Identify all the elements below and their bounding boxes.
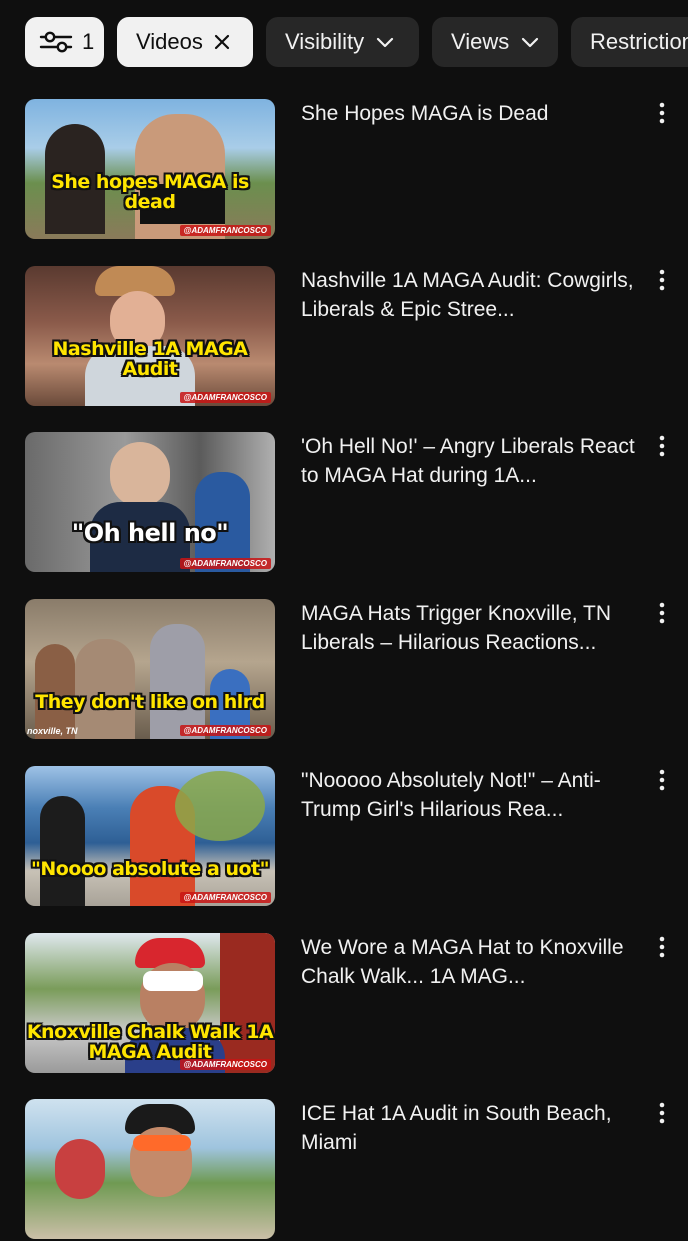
thumbnail-watermark: @ADAMFRANCOSCO — [179, 558, 271, 569]
more-vert-icon[interactable] — [650, 434, 674, 458]
thumbnail-watermark: @ADAMFRANCOSCO — [179, 392, 271, 403]
thumbnail-caption: They don't like on hlrd — [35, 691, 265, 714]
more-vert-icon[interactable] — [650, 1101, 674, 1125]
video-title[interactable]: Nashville 1A MAGA Audit: Cowgirls, Liber… — [301, 266, 646, 324]
video-row[interactable]: She hopes MAGA is dead @ADAMFRANCOSCO Sh… — [0, 99, 688, 241]
thumbnail-location: noxville, TN — [27, 726, 78, 736]
thumbnail-caption: She hopes MAGA is dead — [51, 171, 249, 214]
chip-views[interactable]: Views — [432, 17, 558, 67]
video-title[interactable]: 'Oh Hell No!' – Angry Liberals React to … — [301, 432, 646, 490]
video-thumbnail[interactable]: "Oh hell no" @ADAMFRANCOSCO — [25, 432, 275, 572]
video-thumbnail[interactable]: Knoxville Chalk Walk 1A MAGA Audit @ADAM… — [25, 933, 275, 1073]
video-thumbnail[interactable] — [25, 1099, 275, 1239]
thumbnail-caption: "Noooo absolute a uot" — [30, 858, 270, 881]
video-thumbnail[interactable]: "Noooo absolute a uot" @ADAMFRANCOSCO — [25, 766, 275, 906]
video-row[interactable]: Nashville 1A MAGA Audit @ADAMFRANCOSCO N… — [0, 266, 688, 408]
video-title[interactable]: She Hopes MAGA is Dead — [301, 99, 646, 128]
video-row[interactable]: "Oh hell no" @ADAMFRANCOSCO 'Oh Hell No!… — [0, 432, 688, 574]
thumbnail-caption: Knoxville Chalk Walk 1A MAGA Audit — [26, 1021, 274, 1064]
chip-label: Restrictions — [590, 29, 688, 54]
filter-bar: 1 Videos Visibility Views Restrictions — [0, 0, 688, 84]
chip-label: Visibility — [285, 29, 365, 54]
more-vert-icon[interactable] — [650, 101, 674, 125]
close-icon[interactable] — [213, 33, 231, 51]
video-thumbnail[interactable]: Nashville 1A MAGA Audit @ADAMFRANCOSCO — [25, 266, 275, 406]
video-row[interactable]: ICE Hat 1A Audit in South Beach, Miami — [0, 1099, 688, 1241]
sliders-icon — [39, 29, 73, 55]
more-vert-icon[interactable] — [650, 935, 674, 959]
thumbnail-watermark: @ADAMFRANCOSCO — [179, 1059, 271, 1070]
chip-videos[interactable]: Videos — [117, 17, 253, 67]
thumbnail-watermark: @ADAMFRANCOSCO — [179, 225, 271, 236]
video-title[interactable]: ICE Hat 1A Audit in South Beach, Miami — [301, 1099, 646, 1157]
chevron-down-icon — [521, 36, 539, 48]
thumbnail-caption: Nashville 1A MAGA Audit — [52, 338, 248, 381]
thumbnail-watermark: @ADAMFRANCOSCO — [179, 892, 271, 903]
video-row[interactable]: Knoxville Chalk Walk 1A MAGA Audit @ADAM… — [0, 933, 688, 1075]
video-title[interactable]: We Wore a MAGA Hat to Knoxville Chalk Wa… — [301, 933, 646, 991]
chip-restrictions[interactable]: Restrictions — [571, 17, 688, 67]
thumbnail-caption: "Oh hell no" — [71, 518, 229, 547]
video-thumbnail[interactable]: She hopes MAGA is dead @ADAMFRANCOSCO — [25, 99, 275, 239]
video-title[interactable]: "Nooooo Absolutely Not!" – Anti-Trump Gi… — [301, 766, 646, 824]
filter-settings-button[interactable]: 1 — [25, 17, 104, 67]
video-thumbnail[interactable]: They don't like on hlrd noxville, TN @AD… — [25, 599, 275, 739]
chip-label: Views — [451, 29, 510, 54]
filter-count: 1 — [82, 29, 95, 54]
thumbnail-watermark: @ADAMFRANCOSCO — [179, 725, 271, 736]
more-vert-icon[interactable] — [650, 768, 674, 792]
chevron-down-icon — [376, 36, 394, 48]
video-row[interactable]: "Noooo absolute a uot" @ADAMFRANCOSCO "N… — [0, 766, 688, 908]
chip-visibility[interactable]: Visibility — [266, 17, 419, 67]
video-row[interactable]: They don't like on hlrd noxville, TN @AD… — [0, 599, 688, 741]
more-vert-icon[interactable] — [650, 601, 674, 625]
video-title[interactable]: MAGA Hats Trigger Knoxville, TN Liberals… — [301, 599, 646, 657]
chip-label: Videos — [136, 29, 203, 54]
more-vert-icon[interactable] — [650, 268, 674, 292]
